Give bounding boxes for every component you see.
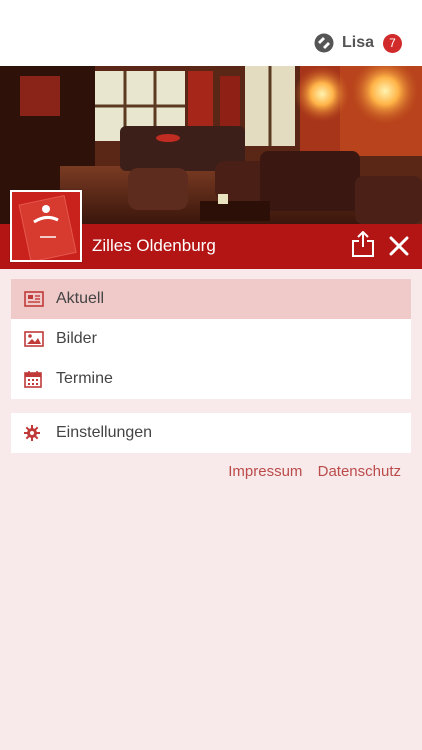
gear-icon [24, 425, 44, 441]
secondary-menu: Einstellungen [11, 413, 411, 453]
user-profile[interactable]: Lisa 7 [314, 33, 402, 53]
menu-item-label: Bilder [56, 330, 97, 347]
primary-menu: Aktuell Bilder Termine [11, 279, 411, 399]
venue-title: Zilles Oldenburg [92, 236, 216, 255]
notification-badge[interactable]: 7 [383, 33, 402, 53]
impressum-link[interactable]: Impressum [228, 463, 302, 480]
user-name: Lisa [341, 34, 374, 51]
menu-item-bilder[interactable]: Bilder [11, 319, 411, 359]
menu-item-label: Aktuell [56, 290, 105, 307]
datenschutz-link[interactable]: Datenschutz [318, 463, 401, 480]
menu-item-label: Termine [56, 370, 113, 387]
top-bar: Lisa 7 [0, 0, 422, 66]
newspaper-icon [24, 291, 44, 307]
venue-logo [10, 190, 82, 262]
menu-item-einstellungen[interactable]: Einstellungen [11, 413, 411, 453]
close-icon[interactable] [389, 236, 409, 256]
image-icon [24, 331, 44, 347]
footer-links: Impressum Datenschutz [217, 463, 401, 480]
menu-item-label: Einstellungen [56, 424, 153, 441]
user-status-icon [314, 33, 334, 53]
menu-item-termine[interactable]: Termine [11, 359, 411, 399]
calendar-icon [24, 370, 44, 388]
menu-item-aktuell[interactable]: Aktuell [11, 279, 411, 319]
share-icon[interactable] [352, 231, 374, 257]
